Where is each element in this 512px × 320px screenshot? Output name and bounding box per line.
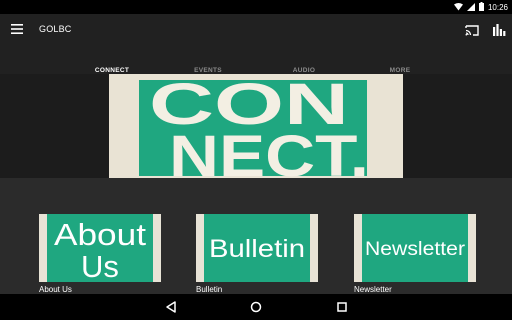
bulletin-card-art: Bulletin [196, 214, 318, 282]
app-bar: GOLBC CONNECT EVENTS AUDIO MORE [0, 14, 512, 88]
back-icon [163, 301, 179, 319]
bulletin-label: Bulletin [196, 285, 223, 294]
recents-icon [334, 302, 350, 319]
app-title: GOLBC [39, 24, 72, 34]
cast-icon [464, 25, 480, 42]
newsletter-art-line1: Newsletter [365, 239, 466, 260]
about-us-art-text: About Us [54, 217, 146, 282]
about-us-label: About Us [39, 285, 72, 294]
system-nav-bar [0, 294, 512, 320]
about-us-card[interactable]: About Us About Us [39, 214, 161, 294]
bar-chart-button[interactable] [491, 22, 507, 38]
connect-content: CON NECT. About Us About Us Bulletin Bul… [0, 74, 512, 294]
status-bar: 10:26 [0, 0, 512, 14]
newsletter-card-art: Newsletter [354, 214, 476, 282]
about-us-card-art: About Us [39, 214, 161, 282]
menu-icon [11, 21, 23, 39]
hero-strip: CON NECT. [0, 74, 512, 178]
hero-line2: NECT. [169, 124, 369, 178]
menu-button[interactable] [8, 22, 26, 38]
newsletter-label: Newsletter [354, 285, 392, 294]
hero-text-art: CON NECT. [149, 74, 369, 178]
back-button[interactable] [163, 299, 179, 315]
bar-chart-icon [491, 24, 507, 42]
about-us-art-line2: Us [81, 249, 119, 282]
cast-button[interactable] [464, 22, 480, 38]
newsletter-art-text: Newsletter [365, 239, 466, 260]
newsletter-card[interactable]: Newsletter Newsletter [354, 214, 476, 294]
home-button[interactable] [248, 299, 264, 315]
status-icons: 10:26 [453, 0, 508, 14]
home-icon [248, 301, 264, 319]
bulletin-art-line1: Bulletin [209, 235, 305, 263]
bulletin-card[interactable]: Bulletin Bulletin [196, 214, 318, 294]
recents-button[interactable] [334, 299, 350, 315]
bulletin-art-text: Bulletin [209, 235, 305, 263]
about-us-art-line1: About [54, 217, 146, 252]
connect-hero-banner: CON NECT. [109, 74, 403, 178]
status-time: 10:26 [487, 2, 508, 12]
